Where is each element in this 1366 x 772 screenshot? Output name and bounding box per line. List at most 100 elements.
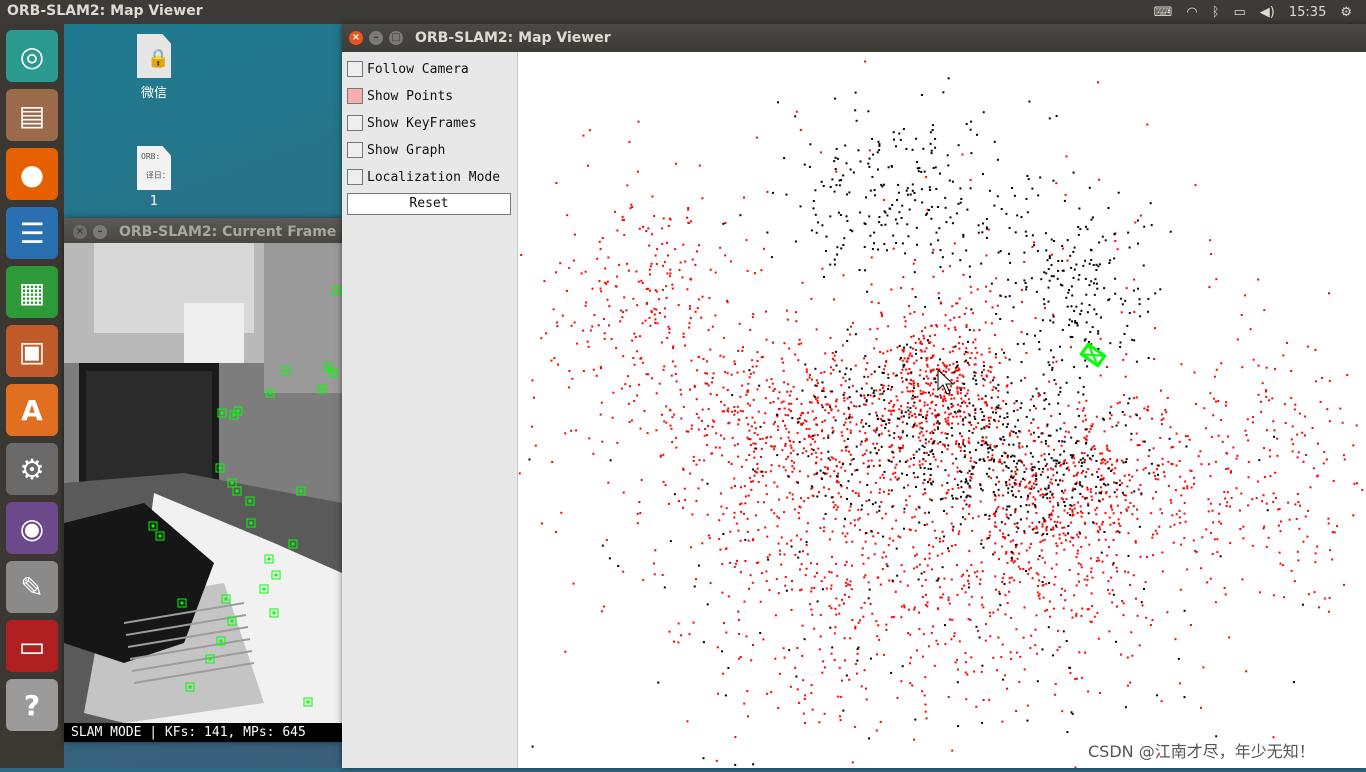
map-point — [1116, 248, 1119, 251]
map-point — [1014, 483, 1017, 486]
map-point — [1035, 478, 1038, 480]
map-point — [1057, 402, 1060, 405]
map-point — [1050, 238, 1053, 241]
map-point — [849, 637, 852, 640]
map-point — [1139, 315, 1142, 318]
map-point — [727, 667, 730, 670]
map-point — [985, 401, 987, 404]
map-point — [1075, 677, 1078, 680]
firefox-icon[interactable]: ● — [6, 148, 58, 200]
map-point — [668, 217, 671, 220]
reset-button[interactable]: Reset — [347, 193, 511, 215]
keyboard-icon[interactable]: ⌨ — [1154, 5, 1173, 20]
calc-icon[interactable]: ▦ — [6, 266, 58, 318]
map-point — [942, 593, 945, 596]
map-point — [954, 661, 957, 664]
window-titlebar[interactable]: × – ORB-SLAM2: Current Frame — [64, 218, 342, 246]
clock[interactable]: 15:35 — [1289, 5, 1326, 20]
checkbox-box[interactable] — [347, 115, 363, 131]
map-point — [788, 649, 791, 652]
map-point — [922, 493, 925, 496]
minimize-icon[interactable]: – — [93, 225, 107, 239]
show-graph-checkbox[interactable]: Show Graph — [347, 140, 445, 160]
map-point — [734, 763, 737, 766]
map-point — [830, 652, 833, 655]
map-point — [1034, 644, 1037, 647]
ubuntu-dash-icon[interactable]: ◎ — [6, 30, 58, 82]
map-point — [776, 485, 779, 488]
checkbox-box[interactable] — [347, 88, 363, 104]
map-point — [986, 404, 989, 407]
map-point — [882, 476, 885, 479]
map-point — [759, 425, 762, 428]
map-point — [895, 395, 898, 398]
map-point — [736, 371, 739, 374]
map-point — [810, 587, 813, 590]
map-point — [967, 586, 970, 589]
map-point — [1101, 560, 1104, 563]
map-point — [789, 452, 792, 455]
map-point — [749, 574, 752, 577]
map-point — [639, 427, 642, 430]
map-point — [655, 308, 658, 311]
files-icon[interactable]: ▤ — [6, 89, 58, 141]
map-point — [860, 606, 863, 609]
map-point — [1060, 542, 1063, 545]
map-point — [953, 410, 956, 413]
map-point — [1086, 486, 1089, 489]
map-point — [1110, 506, 1113, 509]
show-keyframes-checkbox[interactable]: Show KeyFrames — [347, 113, 477, 133]
map-point — [778, 672, 781, 675]
text-editor-icon[interactable]: ✎ — [6, 561, 58, 613]
show-points-checkbox[interactable]: Show Points — [347, 86, 453, 106]
maximize-icon[interactable]: □ — [389, 31, 403, 45]
map-point — [1045, 442, 1047, 445]
map-point — [721, 650, 724, 653]
map-point — [875, 338, 878, 341]
map-point — [1268, 399, 1270, 402]
window-titlebar[interactable]: × – □ ORB-SLAM2: Map Viewer — [342, 24, 1366, 52]
map-point — [817, 402, 820, 404]
gear-icon[interactable]: ⚙ — [1340, 5, 1352, 20]
checkbox-box[interactable] — [347, 61, 363, 77]
map-point — [1065, 498, 1068, 500]
map-point-cloud-view[interactable] — [518, 52, 1366, 769]
map-point — [531, 425, 534, 428]
map-point — [864, 403, 867, 406]
map-point — [981, 570, 984, 573]
map-point — [750, 488, 753, 491]
close-icon[interactable]: × — [73, 225, 87, 239]
close-icon[interactable]: × — [349, 31, 363, 45]
battery-icon[interactable]: ▭ — [1234, 5, 1246, 20]
map-point — [841, 344, 844, 347]
volume-icon[interactable]: ◀) — [1260, 5, 1275, 20]
map-point — [957, 342, 960, 345]
impress-icon[interactable]: ▣ — [6, 325, 58, 377]
map-point — [1025, 285, 1028, 288]
map-point — [999, 415, 1002, 418]
help-icon[interactable]: ? — [6, 679, 58, 731]
bluetooth-icon[interactable]: ᛒ — [1212, 5, 1220, 20]
video-icon[interactable]: ◉ — [6, 502, 58, 554]
checkbox-box[interactable] — [347, 169, 363, 185]
follow-camera-checkbox[interactable]: Follow Camera — [347, 59, 469, 79]
system-settings-icon[interactable]: ⚙ — [6, 443, 58, 495]
checkbox-box[interactable] — [347, 142, 363, 158]
map-point — [1014, 231, 1017, 234]
map-point — [854, 627, 857, 630]
terminal-icon[interactable]: ▭ — [6, 620, 58, 672]
map-point — [1080, 515, 1083, 518]
software-center-icon[interactable]: A — [6, 384, 58, 436]
map-point — [1072, 250, 1075, 253]
map-point — [1199, 450, 1202, 453]
desktop-icon-file-1[interactable]: ORB: 译日： 1 — [131, 146, 177, 209]
map-point — [873, 242, 875, 245]
map-point — [999, 407, 1002, 410]
writer-icon[interactable]: ☰ — [6, 207, 58, 259]
desktop-icon-wechat[interactable]: 🔒 微信 — [131, 34, 177, 101]
minimize-icon[interactable]: – — [369, 31, 383, 45]
map-point — [1000, 521, 1003, 524]
localization-mode-checkbox[interactable]: Localization Mode — [347, 167, 500, 187]
wifi-icon[interactable]: ◠ — [1186, 5, 1197, 20]
map-point — [929, 384, 932, 387]
